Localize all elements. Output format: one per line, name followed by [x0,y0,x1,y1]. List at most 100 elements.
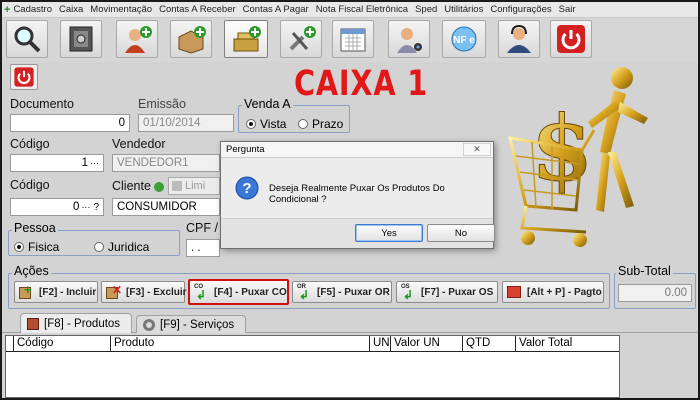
codigo-cliente-label: Código [10,178,50,192]
codigo-vendedor-value: 1 [81,157,88,169]
column-un[interactable]: UN [370,336,391,351]
add-user-icon [125,26,152,53]
safe-button[interactable] [60,20,102,58]
tab-produtos[interactable]: [F8] - Produtos [20,313,132,333]
question-icon: ? [235,176,259,200]
menu-plus-icon: + [4,3,11,16]
close-icon[interactable]: ✕ [463,143,491,156]
calendar-button[interactable] [332,20,374,58]
column-qtd[interactable]: QTD [463,336,516,351]
acoes-label: Ações [12,264,51,278]
pagto-button[interactable]: [Alt + P] - Pagto [502,281,604,303]
add-register-button[interactable] [224,20,268,58]
pessoa-label: Pessoa [12,221,58,235]
prazo-radio[interactable]: Prazo [298,117,343,131]
support-button[interactable] [498,20,540,58]
nfe-button[interactable]: NF e [442,20,486,58]
yes-button[interactable]: Yes [355,224,423,242]
puxar-or-label: [F5] - Puxar OR [317,286,390,298]
gear-icon [143,318,155,331]
codigo-vendedor-input[interactable]: 1 ··· [10,154,104,172]
column-produto[interactable]: Produto [111,336,370,351]
add-product-button[interactable] [170,20,212,58]
no-button[interactable]: No [427,224,495,242]
codigo-cliente-input[interactable]: 0 ···? [10,198,104,216]
search-button[interactable] [6,20,48,58]
delete-item-icon: ✕ [106,284,122,300]
emissao-label: Emissão [138,97,186,111]
svg-text:?: ? [242,180,251,197]
incluir-label: [F2] - Incluir [39,286,97,298]
add-register-icon [233,26,261,52]
search-icon [14,26,41,53]
limite-button[interactable]: Limi [168,177,220,195]
menu-caixa[interactable]: Caixa [59,4,83,15]
cpf-input[interactable]: . . [186,239,220,257]
support-agent-icon [507,24,531,53]
column-codigo[interactable]: Código [14,336,111,351]
add-box-icon [178,26,206,54]
grid-header: Código Produto UN Valor UN QTD Valor Tot… [6,336,619,352]
dialog-title: Pergunta [226,144,265,155]
help-icon: ? [93,201,99,213]
puxar-os-button[interactable]: OS ↲ [F7] - Puxar OS [396,281,498,303]
grid-indicator-column [6,336,14,351]
documento-input[interactable]: 0 [10,114,130,132]
menu-configuracoes[interactable]: Configurações [490,4,551,15]
juridica-radio[interactable]: Juridica [94,240,149,254]
fisica-label: Fisica [28,240,60,254]
pagto-label: [Alt + P] - Pagto [527,286,602,298]
emissao-input[interactable]: 01/10/2014 [138,114,234,132]
tab-produtos-label: [F8] - Produtos [44,317,121,330]
menu-nfe[interactable]: Nota Fiscal Eletrônica [316,4,408,15]
svg-text:NF e: NF e [453,35,475,46]
menu-contas-receber[interactable]: Contas A Receber [159,4,236,15]
menu-utilitarios[interactable]: Utilitários [444,4,483,15]
tab-servicos[interactable]: [F9] - Serviços [136,315,246,333]
fisica-radio[interactable]: Fisica [14,240,59,254]
add-item-icon: + [19,283,35,300]
nfe-icon: NF e [451,26,477,52]
user-camera-button[interactable] [388,20,430,58]
calendar-icon [340,28,366,52]
menu-contas-pagar[interactable]: Contas A Pagar [243,4,309,15]
subtotal-label: Sub-Total [616,264,673,278]
vendedor-input[interactable]: VENDEDOR1 [112,154,220,172]
column-valor-un[interactable]: Valor UN [391,336,463,351]
puxar-co-button[interactable]: CO ↲ [F4] - Puxar CO [188,279,289,305]
tab-servicos-label: [F9] - Serviços [160,318,235,331]
venda-label: Venda A [242,97,293,111]
puxar-os-label: [F7] - Puxar OS [421,286,494,298]
menu-movimentacao[interactable]: Movimentação [90,4,152,15]
dialog-titlebar: Pergunta ✕ [221,142,493,158]
puxar-or-button[interactable]: OR ↲ [F5] - Puxar OR [292,281,392,303]
add-tools-icon [289,26,316,51]
power-icon [14,67,34,87]
vista-radio[interactable]: Vista [246,117,286,131]
cliente-label: Cliente [112,179,151,193]
confirm-dialog: Pergunta ✕ ? Deseja Realmente Puxar Os P… [220,141,495,249]
menu-cadastro[interactable]: Cadastro [13,4,52,15]
products-icon [27,317,39,330]
cliente-input[interactable]: CONSUMIDOR [112,198,220,216]
add-client-button[interactable] [116,20,158,58]
products-grid[interactable]: Código Produto UN Valor UN QTD Valor Tot… [5,335,620,398]
limite-label: Limi [185,180,206,192]
excluir-label: [F3] - Excluir [126,286,187,298]
menu-sair[interactable]: Sair [559,4,576,15]
status-ok-icon [154,182,164,192]
pull-or-icon: OR ↲ [297,284,310,302]
limit-icon [172,181,182,191]
pull-co-icon: CO ↲ [194,284,207,302]
power-button[interactable] [550,20,592,58]
excluir-button[interactable]: ✕ [F3] - Excluir [101,281,187,303]
cpf-label: CPF / [186,221,218,235]
add-tools-button[interactable] [280,20,322,58]
menu-sped[interactable]: Sped [415,4,437,15]
lookup-icon: ··· [81,202,91,212]
shopping-cart-dollar-illustration: $ [508,67,648,247]
column-valor-total[interactable]: Valor Total [516,336,619,351]
codigo-vendedor-label: Código [10,137,50,151]
close-window-button[interactable] [10,64,38,90]
incluir-button[interactable]: + [F2] - Incluir [14,281,98,303]
